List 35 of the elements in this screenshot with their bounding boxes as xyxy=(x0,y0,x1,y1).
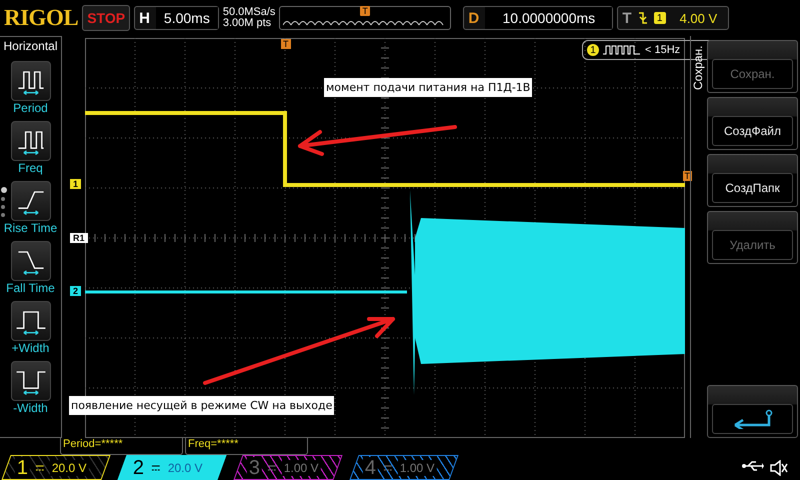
dc-coupling-icon xyxy=(152,464,160,470)
channel-marker[interactable]: 2 xyxy=(70,286,82,296)
dc-coupling-icon xyxy=(384,464,392,470)
annotation-note: появление несущей в режиме CW на выходе xyxy=(69,396,334,415)
channel-tab[interactable]: 1 20.0 V xyxy=(1,455,111,480)
back-button[interactable] xyxy=(707,385,798,438)
sample-rate: 50.0MSa/s xyxy=(222,7,276,18)
trigger-level: 4.00 V xyxy=(680,10,718,26)
brand-logo: RIGOL xyxy=(4,5,78,31)
trigger-position-marker: T xyxy=(360,6,370,16)
run-stop-indicator[interactable]: STOP xyxy=(82,5,130,31)
dc-coupling-icon xyxy=(268,464,276,470)
speaker-muted-icon xyxy=(770,460,788,476)
channel-marker[interactable]: 1 xyxy=(70,179,82,189)
delay-display[interactable]: D 10.0000000ms xyxy=(463,6,614,30)
trigger-display[interactable]: T 1 4.00 V xyxy=(617,6,730,30)
softkey-button[interactable]: СоздПапк xyxy=(707,154,798,207)
channel-marker[interactable]: R1 xyxy=(70,233,88,243)
trigger-position-marker[interactable]: T xyxy=(281,39,290,49)
softkey-button[interactable]: СоздФайл xyxy=(707,96,798,150)
timebase-display[interactable]: H 5.00ms xyxy=(134,6,219,30)
channel-tab[interactable]: 3 1.00 V xyxy=(233,455,343,480)
memory-depth: 3.00M pts xyxy=(222,18,272,29)
frequency-text: < 15Hz xyxy=(645,44,680,56)
menu-title: Сохран. xyxy=(691,44,705,92)
channel-tab[interactable]: 2 20.0 V xyxy=(117,455,227,480)
source-badge: 1 xyxy=(587,44,599,56)
dc-coupling-icon xyxy=(36,464,44,470)
menu-title: Horizontal xyxy=(3,38,58,55)
annotation-note: момент подачи питания на П1Д-1В xyxy=(324,78,532,97)
pulse-train-icon xyxy=(603,45,641,55)
trigger-source-badge: 1 xyxy=(654,12,666,24)
channel-tab[interactable]: 4 1.00 V xyxy=(349,455,459,480)
falling-edge-icon xyxy=(638,11,648,25)
usb-icon xyxy=(742,460,764,472)
